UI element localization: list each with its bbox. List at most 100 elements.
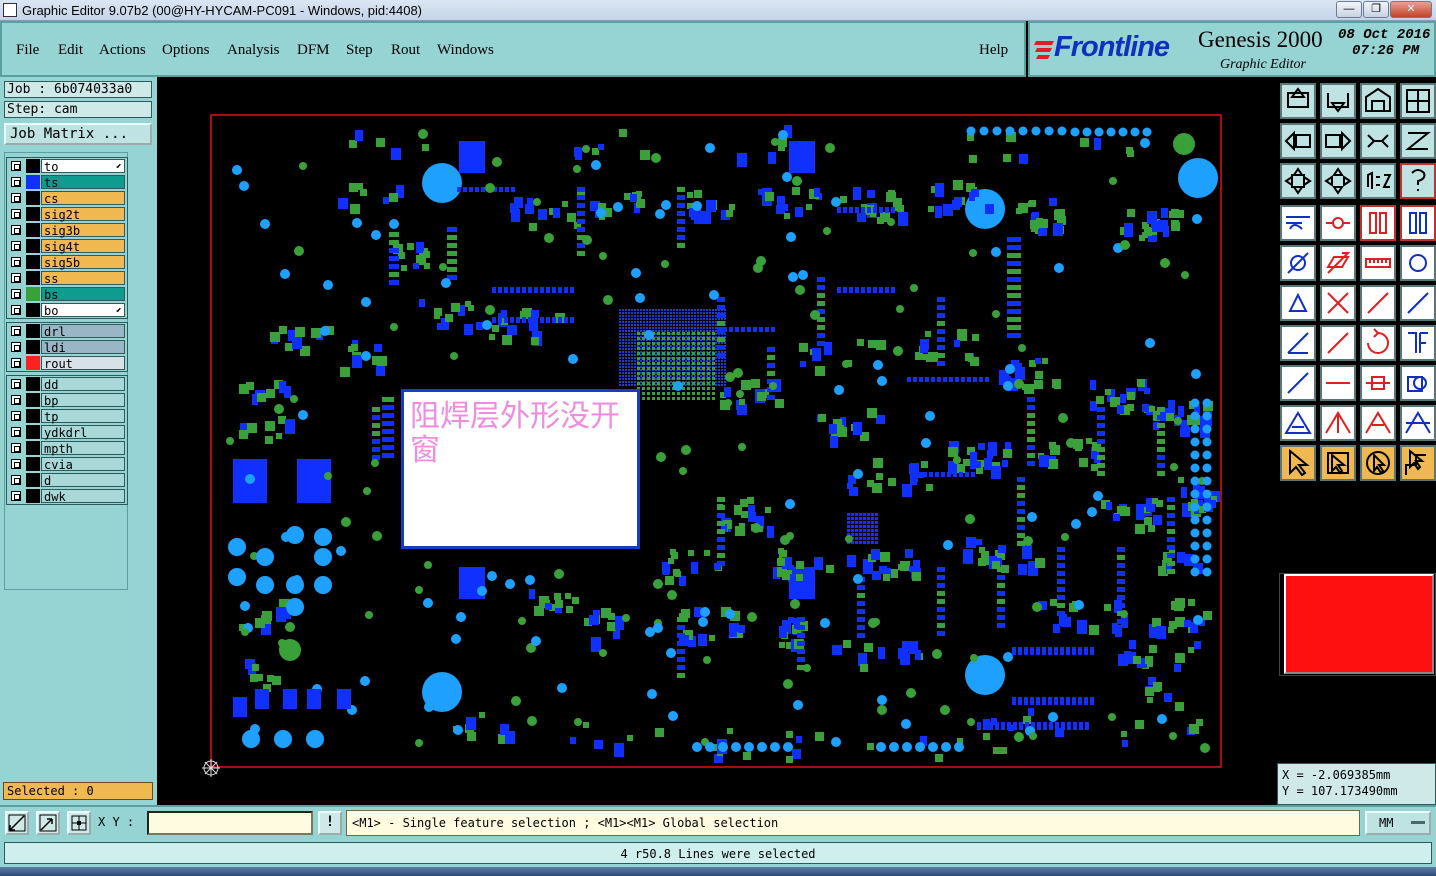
pad[interactable]	[829, 424, 837, 434]
via[interactable]	[1071, 519, 1081, 529]
via[interactable]	[1174, 417, 1182, 425]
via[interactable]	[747, 612, 757, 622]
pad[interactable]	[697, 362, 700, 365]
pad[interactable]	[499, 187, 503, 192]
via[interactable]	[1202, 463, 1212, 473]
pad[interactable]	[619, 363, 621, 365]
pad[interactable]	[703, 324, 705, 326]
pad[interactable]	[634, 339, 636, 341]
pad[interactable]	[1057, 579, 1065, 584]
via[interactable]	[487, 571, 497, 581]
pad[interactable]	[1194, 641, 1201, 649]
pad[interactable]	[706, 318, 708, 320]
pad[interactable]	[792, 749, 801, 759]
pad[interactable]	[859, 529, 862, 532]
pad[interactable]	[642, 392, 645, 395]
pad[interactable]	[697, 309, 699, 311]
pad[interactable]	[843, 287, 847, 293]
via[interactable]	[226, 437, 234, 445]
via[interactable]	[361, 297, 371, 307]
pad[interactable]	[1057, 555, 1065, 560]
pad[interactable]	[534, 287, 538, 293]
layer-color-swatch[interactable]	[26, 207, 40, 221]
via[interactable]	[1023, 536, 1033, 546]
pad[interactable]	[637, 352, 640, 355]
maximize-button[interactable]: ❐	[1363, 1, 1389, 18]
pad[interactable]	[640, 150, 650, 160]
pad[interactable]	[697, 318, 699, 320]
pad[interactable]	[529, 223, 537, 231]
pad[interactable]	[510, 203, 519, 213]
pad[interactable]	[700, 309, 702, 311]
pad[interactable]	[628, 330, 630, 332]
pad[interactable]	[661, 312, 663, 314]
pad[interactable]	[682, 318, 684, 320]
pad[interactable]	[679, 375, 681, 377]
pad[interactable]	[667, 330, 669, 332]
pad[interactable]	[658, 315, 660, 317]
pad[interactable]	[652, 321, 654, 323]
pad[interactable]	[655, 336, 657, 338]
pad[interactable]	[1084, 697, 1088, 705]
pad[interactable]	[640, 315, 642, 317]
pad[interactable]	[712, 392, 715, 395]
via[interactable]	[1145, 338, 1155, 348]
pad[interactable]	[712, 352, 715, 355]
pad[interactable]	[1106, 502, 1112, 510]
via[interactable]	[1190, 515, 1200, 525]
pad[interactable]	[1157, 455, 1165, 460]
pad[interactable]	[672, 347, 675, 350]
pad[interactable]	[534, 317, 538, 323]
pad[interactable]	[789, 141, 815, 173]
pad[interactable]	[360, 189, 367, 196]
pad[interactable]	[685, 339, 687, 341]
pad[interactable]	[891, 287, 895, 293]
pad[interactable]	[876, 415, 885, 424]
pad[interactable]	[715, 312, 717, 314]
pad[interactable]	[1167, 505, 1175, 510]
tool-button-pan[interactable]	[1320, 163, 1356, 199]
pad[interactable]	[1127, 392, 1135, 400]
pad[interactable]	[1097, 447, 1105, 452]
pad[interactable]	[700, 324, 702, 326]
pad[interactable]	[631, 381, 633, 383]
pad[interactable]	[777, 558, 785, 566]
pad[interactable]	[647, 347, 650, 350]
pad[interactable]	[670, 549, 676, 555]
tool-button-select[interactable]	[1280, 445, 1316, 481]
pad[interactable]	[628, 369, 630, 371]
via[interactable]	[622, 614, 630, 622]
pad[interactable]	[857, 609, 865, 614]
pad[interactable]	[667, 397, 670, 400]
pad[interactable]	[853, 187, 861, 200]
pad[interactable]	[652, 360, 654, 362]
pad[interactable]	[867, 190, 875, 198]
pad[interactable]	[1027, 437, 1035, 442]
pad[interactable]	[702, 347, 705, 350]
pad[interactable]	[1090, 647, 1094, 655]
via[interactable]	[778, 130, 788, 140]
pad[interactable]	[691, 562, 698, 574]
pad[interactable]	[589, 615, 599, 625]
pad[interactable]	[566, 606, 573, 613]
pad[interactable]	[634, 369, 636, 371]
pad[interactable]	[688, 330, 690, 332]
pad[interactable]	[871, 525, 874, 528]
tool-button-font[interactable]	[1400, 325, 1436, 361]
via[interactable]	[1032, 602, 1042, 612]
pad[interactable]	[1196, 719, 1203, 726]
pad[interactable]	[687, 337, 690, 340]
via[interactable]	[418, 129, 428, 139]
pad[interactable]	[1090, 380, 1096, 390]
pad[interactable]	[492, 325, 499, 332]
pad[interactable]	[871, 517, 874, 520]
via[interactable]	[1130, 127, 1140, 137]
pad[interactable]	[968, 356, 974, 362]
pad[interactable]	[893, 198, 902, 207]
pad[interactable]	[246, 382, 254, 390]
pad[interactable]	[664, 318, 666, 320]
via[interactable]	[1070, 127, 1080, 137]
pad[interactable]	[661, 324, 663, 326]
via[interactable]	[1202, 411, 1212, 421]
layer-row-bp[interactable]: bp	[7, 392, 127, 408]
